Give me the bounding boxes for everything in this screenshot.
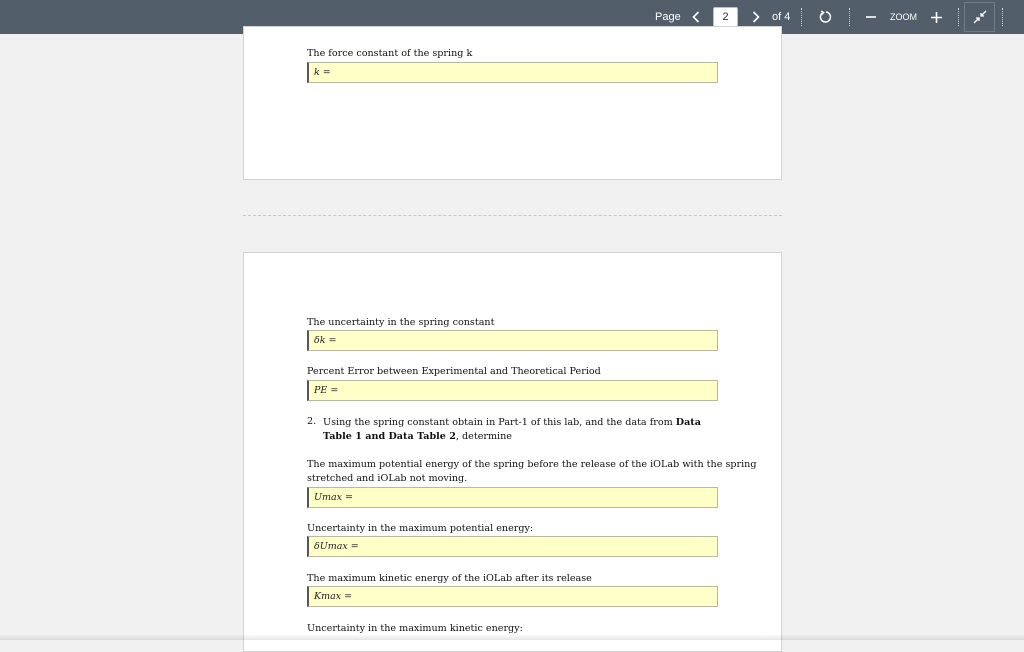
dumax-field[interactable]: δUmax = — [307, 536, 718, 557]
toolbar-divider — [1002, 8, 1003, 26]
umax-label-line2: stretched and iOLab not moving. — [307, 473, 467, 484]
zoom-label: ZOOM — [890, 0, 917, 34]
dkmax-label: Uncertainty in the maximum kinetic energ… — [307, 623, 523, 634]
plus-icon — [931, 12, 942, 23]
percent-error-field[interactable]: PE = — [307, 380, 718, 401]
kmax-field[interactable]: Kmax = — [307, 586, 718, 607]
dumax-label: Uncertainty in the maximum potential ene… — [307, 523, 533, 534]
bottom-shadow — [0, 634, 1024, 640]
page-number-input[interactable]: 2 — [713, 7, 738, 27]
item-2-instructions: Using the spring constant obtain in Part… — [323, 416, 723, 444]
spring-uncertainty-label: The uncertainty in the spring constant — [307, 317, 494, 328]
toolbar-divider — [801, 8, 802, 26]
percent-error-label: Percent Error between Experimental and T… — [307, 366, 601, 377]
umax-label-line1: The maximum potential energy of the spri… — [307, 459, 757, 470]
item-2-text-a: Using the spring constant obtain in Part… — [323, 417, 676, 428]
collapse-button[interactable] — [964, 2, 995, 32]
zoom-out-button[interactable] — [864, 0, 878, 34]
umax-field[interactable]: Umax = — [307, 487, 718, 508]
chevron-left-icon — [692, 11, 700, 23]
force-constant-label: The force constant of the spring k — [307, 48, 472, 59]
force-constant-field[interactable]: k = — [307, 62, 718, 83]
toolbar-divider — [849, 8, 850, 26]
rotate-icon — [819, 10, 833, 24]
minus-icon — [866, 12, 876, 22]
kmax-label: The maximum kinetic energy of the iOLab … — [307, 573, 592, 584]
toolbar-divider — [958, 8, 959, 26]
spring-uncertainty-field[interactable]: δk = — [307, 330, 718, 351]
zoom-in-button[interactable] — [929, 0, 943, 34]
item-2-text-c: , determine — [456, 431, 512, 442]
item-number: 2. — [307, 416, 316, 427]
rotate-button[interactable] — [817, 0, 835, 34]
page-separator — [243, 215, 782, 216]
chevron-right-icon — [752, 11, 760, 23]
collapse-icon — [973, 10, 987, 24]
